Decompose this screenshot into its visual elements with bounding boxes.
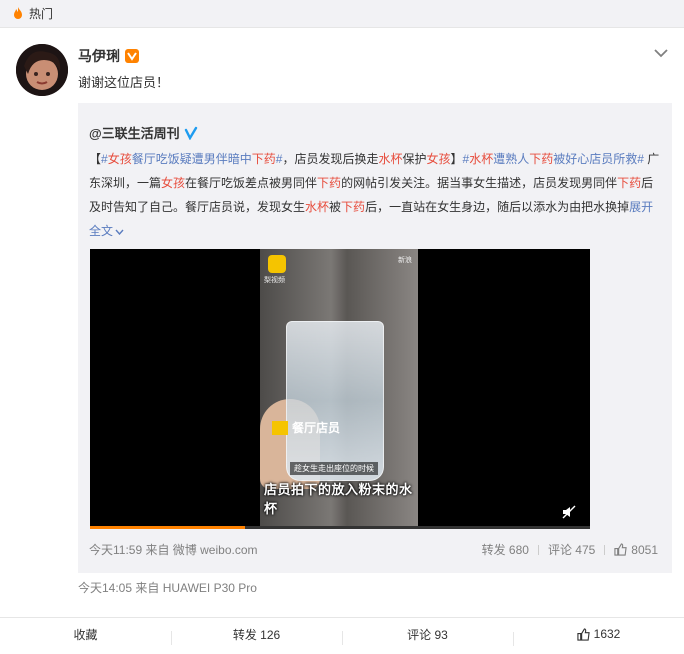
keyword-highlight[interactable]: 女孩 — [161, 176, 185, 190]
video-logo-label: 梨视频 — [264, 277, 285, 284]
text-segment: 在餐厅吃饭差点被男同伴 — [185, 176, 318, 190]
video-progress-bar[interactable] — [90, 526, 590, 529]
video-subtitle-small: 趁女生走出座位的时候 — [290, 462, 378, 475]
keyword-highlight[interactable]: 下药 — [529, 152, 553, 166]
like-count: 1632 — [593, 627, 621, 641]
divider — [537, 544, 539, 555]
text-segment: 【 — [89, 152, 102, 166]
post-source: 来自 HUAWEI P30 Pro — [135, 581, 257, 595]
keyword-highlight[interactable]: 女孩 — [427, 152, 451, 166]
comment-label: 评论 93 — [407, 627, 448, 642]
vip-badge-icon — [125, 49, 139, 63]
repost-body: 【#女孩餐厅吃饭疑遭男伴暗中下药#，店员发现后换走水杯保护女孩】#水杯遭熟人下药… — [89, 147, 664, 243]
chevron-down-icon[interactable] — [654, 48, 668, 58]
keyword-highlight[interactable]: 水杯 — [305, 200, 329, 214]
topic-link[interactable]: 被好心店员所救# — [553, 152, 644, 166]
keyword-highlight[interactable]: 水杯 — [469, 152, 493, 166]
video-subtitle-big: 店员拍下的放入粉末的水杯 — [264, 482, 413, 516]
repost-text: 【#女孩餐厅吃饭疑遭男伴暗中下药#，店员发现后换走水杯保护女孩】#水杯遭熟人下药… — [89, 152, 659, 214]
post-text: 谢谢这位店员！ — [78, 75, 170, 90]
text-segment: 被 — [329, 200, 342, 214]
keyword-highlight[interactable]: 下药 — [252, 152, 276, 166]
repost-like-button[interactable]: 8051 — [614, 543, 658, 557]
avatar[interactable] — [16, 44, 68, 96]
forward-button[interactable]: 转发 126 — [171, 626, 342, 645]
speaker-icon — [272, 420, 288, 435]
text-segment: 】 — [450, 152, 463, 166]
text-segment: 保护 — [402, 152, 427, 166]
chevron-down-icon — [115, 229, 124, 235]
thumbs-up-icon — [614, 543, 627, 556]
video-player[interactable]: 梨视频 新浪 餐厅店员 趁女生走出座位的时候 店员拍下的放入粉末的水杯 — [90, 249, 590, 529]
post-meta: 今天14:05 来自 HUAWEI P30 Pro — [78, 579, 257, 596]
repost-like-count: 8051 — [631, 542, 658, 557]
text-segment: 的网帖引发关注。据当事女生描述，店员发现男同伴 — [341, 176, 618, 190]
pear-video-logo-icon — [268, 255, 286, 273]
username-row: 马伊琍 — [78, 46, 139, 66]
topic-link[interactable]: # — [101, 152, 108, 166]
repost-author[interactable]: @三联生活周刊 — [89, 123, 180, 142]
username[interactable]: 马伊琍 — [78, 46, 120, 66]
verified-blue-icon — [184, 126, 197, 140]
keyword-highlight[interactable]: 水杯 — [378, 152, 402, 166]
text-segment: ，店员发现后换走 — [282, 152, 379, 166]
topic-link[interactable]: 男伴 — [204, 152, 228, 166]
divider — [604, 544, 606, 555]
topic-link[interactable]: 餐厅吃饭疑遭 — [132, 152, 204, 166]
keyword-highlight[interactable]: 女孩 — [108, 152, 132, 166]
water-glass-image — [286, 321, 384, 481]
repost-card: @三联生活周刊 【#女孩餐厅吃饭疑遭男伴暗中下药#，店员发现后换走水杯保护女孩】… — [78, 103, 672, 573]
favorite-label: 收藏 — [73, 627, 98, 642]
speaker-tag: 餐厅店员 — [272, 419, 340, 436]
section-title: 热门 — [29, 7, 54, 21]
like-button[interactable]: 1632 — [513, 627, 684, 646]
repost-comment-button[interactable]: 评论 475 — [548, 541, 595, 558]
top-bar: 热门 — [0, 0, 684, 28]
topic-link[interactable]: 遭熟人 — [493, 152, 529, 166]
comment-button[interactable]: 评论 93 — [342, 626, 513, 645]
repost-forward-button[interactable]: 转发 680 — [482, 541, 529, 558]
video-corner-badge: 新浪 — [398, 257, 412, 264]
mute-icon[interactable] — [562, 505, 576, 519]
keyword-highlight[interactable]: 下药 — [341, 200, 365, 214]
keyword-highlight[interactable]: 下药 — [617, 176, 641, 190]
text-segment: 后，一直站在女生身边，随后以添水为由把水换掉 — [365, 200, 630, 214]
repost-actions: 转发 680 评论 475 8051 — [482, 541, 658, 558]
video-progress-fill — [90, 526, 245, 529]
forward-label: 转发 126 — [232, 627, 281, 642]
video-frame: 梨视频 新浪 餐厅店员 趁女生走出座位的时候 店员拍下的放入粉末的水杯 — [260, 249, 418, 529]
post-time[interactable]: 今天14:05 — [78, 581, 132, 595]
speaker-label: 餐厅店员 — [292, 421, 341, 435]
keyword-highlight[interactable]: 下药 — [317, 176, 341, 190]
repost-author-row: @三联生活周刊 — [89, 123, 198, 142]
favorite-button[interactable]: 收藏 — [0, 626, 171, 643]
repost-meta: 今天11:59 来自 微博 weibo.com — [89, 543, 258, 557]
topic-link[interactable]: 暗中 — [228, 152, 252, 166]
fire-icon — [14, 6, 22, 19]
thumbs-up-icon — [577, 627, 590, 641]
action-bar: 收藏 转发 126 评论 93 1632 — [0, 617, 684, 650]
